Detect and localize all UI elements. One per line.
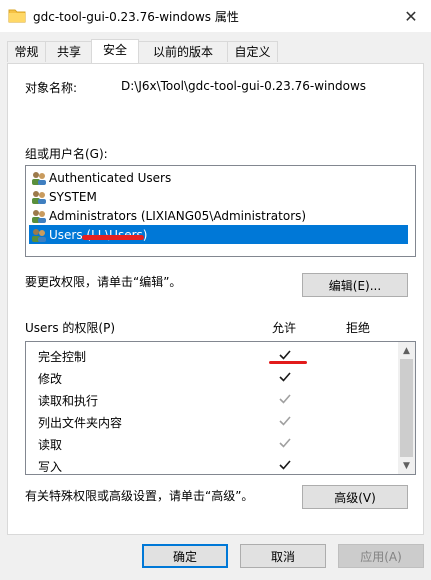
close-icon: ✕ (404, 6, 418, 26)
list-item[interactable]: Administrators (LIXIANG05\Administrators… (29, 206, 408, 225)
object-name-value: D:\J6x\Tool\gdc-tool-gui-0.23.76-windows (121, 79, 367, 93)
object-name-label: 对象名称: (25, 81, 78, 95)
ok-button[interactable]: 确定 (142, 544, 228, 568)
allow-column-header: 允许 (272, 321, 297, 335)
title-bar: gdc-tool-gui-0.23.76-windows 属性 ✕ (0, 0, 431, 32)
deny-column-header: 拒绝 (346, 321, 371, 335)
users-group-icon (32, 209, 46, 223)
table-row: 读取 (26, 433, 398, 455)
permission-name: 完全控制 (38, 350, 87, 364)
scroll-up-icon[interactable]: ▲ (398, 342, 415, 359)
checkmark-icon (279, 460, 291, 470)
folder-icon (8, 9, 26, 23)
dialog-body: 常规 共享 安全 以前的版本 自定义 对象名称: D:\J6x\Tool\gdc… (0, 32, 431, 580)
red-underline-annotation (269, 361, 307, 364)
table-row: 修改 (26, 367, 398, 389)
groups-listbox[interactable]: Authenticated Users SYSTEM Administrator… (25, 165, 416, 257)
permission-name: 列出文件夹内容 (38, 416, 123, 430)
permission-name: 读取 (38, 438, 63, 452)
list-item-label: Administrators (LIXIANG05\Administrators… (49, 208, 307, 223)
list-item[interactable]: Authenticated Users (29, 168, 408, 187)
apply-button[interactable]: 应用(A) (338, 544, 424, 568)
checkmark-icon (279, 438, 291, 448)
cancel-button[interactable]: 取消 (240, 544, 326, 568)
security-panel: 对象名称: D:\J6x\Tool\gdc-tool-gui-0.23.76-w… (7, 63, 424, 535)
checkmark-icon (279, 394, 291, 404)
users-group-icon (32, 228, 46, 242)
list-item[interactable]: SYSTEM (29, 187, 408, 206)
permissions-list: 完全控制 修改 读取和执行 列出文件夹内容 读取 写入 ▲ ▼ (25, 341, 416, 475)
table-row: 写入 (26, 455, 398, 477)
permission-name: 修改 (38, 372, 63, 386)
tab-customize[interactable]: 自定义 (227, 41, 278, 62)
checkmark-icon (279, 372, 291, 382)
table-row: 完全控制 (26, 345, 398, 367)
edit-button[interactable]: 编辑(E)... (302, 273, 408, 297)
checkmark-icon (279, 350, 291, 360)
tab-previous-versions[interactable]: 以前的版本 (138, 41, 228, 62)
groups-label: 组或用户名(G): (25, 147, 108, 161)
table-row: 列出文件夹内容 (26, 411, 398, 433)
permissions-label: Users 的权限(P) (25, 321, 116, 335)
list-item-label: Authenticated Users (49, 170, 172, 185)
checkmark-icon (279, 416, 291, 426)
close-button[interactable]: ✕ (391, 0, 431, 32)
redaction-scribble (82, 235, 144, 240)
window-title: gdc-tool-gui-0.23.76-windows 属性 (33, 10, 239, 24)
permission-name: 写入 (38, 460, 63, 474)
permission-name: 读取和执行 (38, 394, 99, 408)
tab-general[interactable]: 常规 (7, 41, 46, 62)
list-item-label: SYSTEM (49, 189, 97, 204)
tab-sharing[interactable]: 共享 (45, 41, 93, 62)
table-row: 读取和执行 (26, 389, 398, 411)
edit-hint: 要更改权限，请单击“编辑”。 (25, 275, 182, 289)
scrollbar[interactable]: ▲ ▼ (398, 342, 415, 474)
advanced-button[interactable]: 高级(V) (302, 485, 408, 509)
advanced-hint: 有关特殊权限或高级设置，请单击“高级”。 (25, 489, 254, 503)
tab-security[interactable]: 安全 (91, 39, 139, 63)
scroll-down-icon[interactable]: ▼ (398, 457, 415, 474)
users-group-icon (32, 190, 46, 204)
users-group-icon (32, 171, 46, 185)
scroll-thumb[interactable] (400, 359, 413, 457)
